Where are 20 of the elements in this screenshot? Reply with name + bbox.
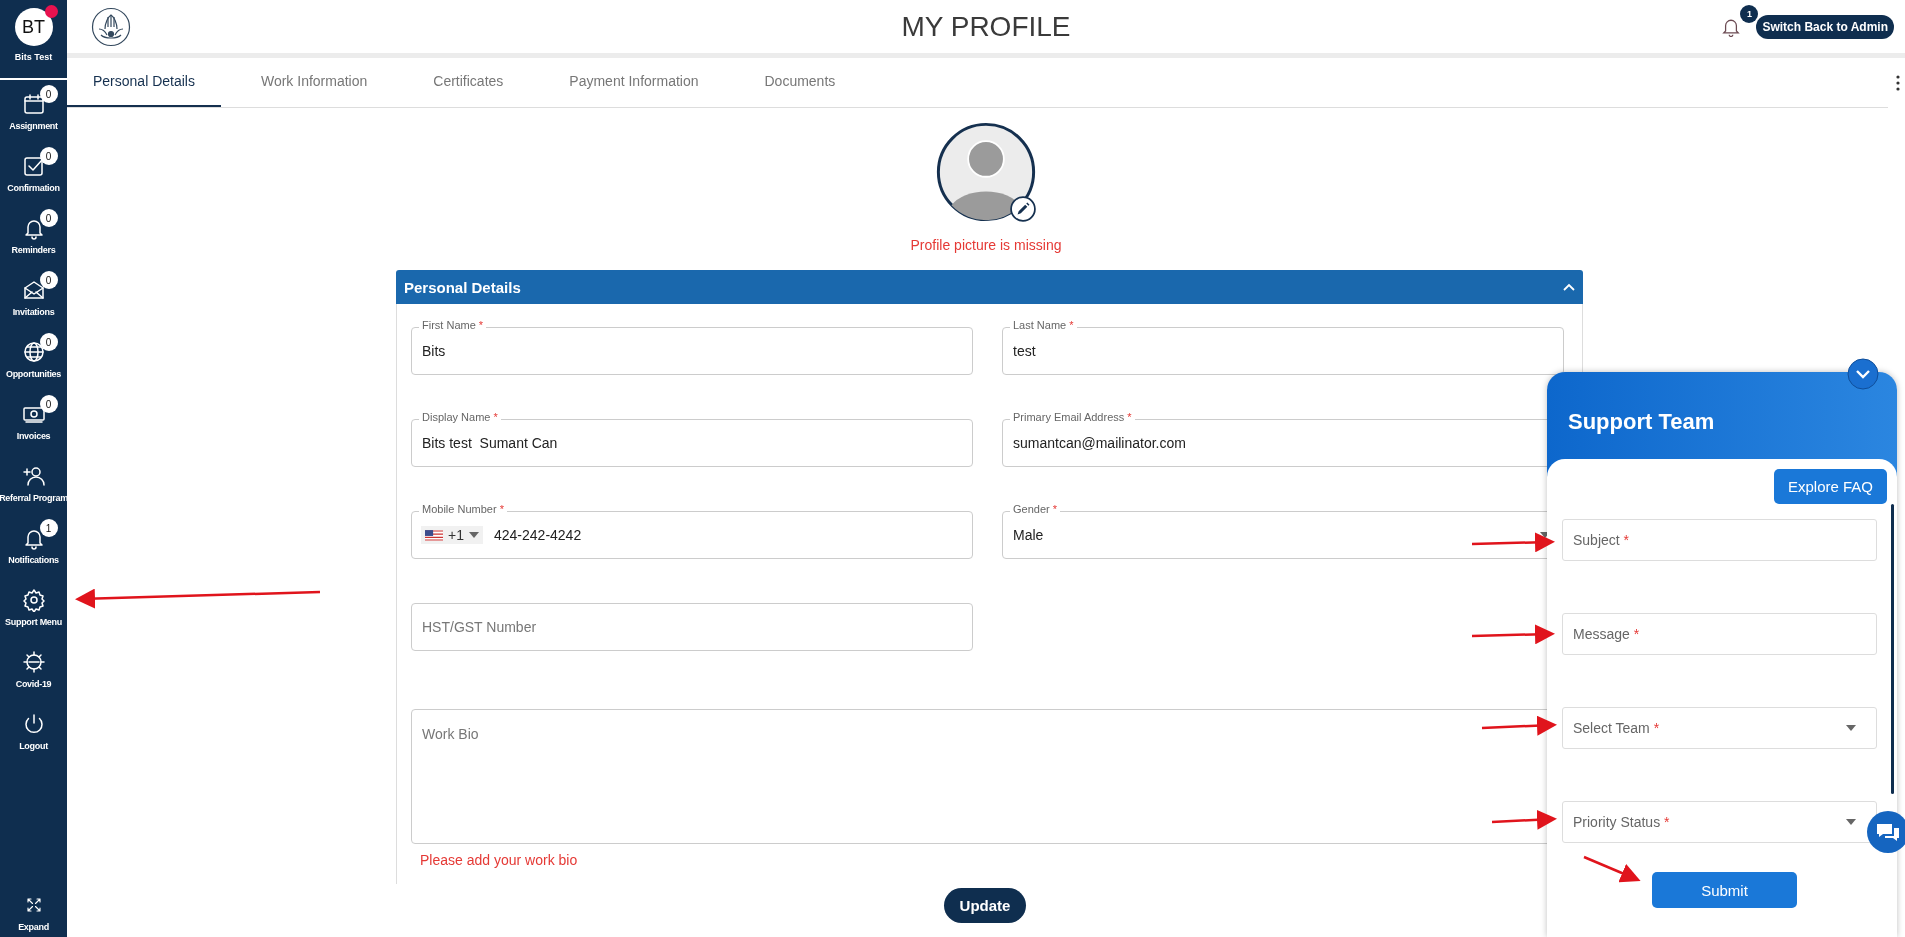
page-title: MY PROFILE: [901, 10, 1071, 43]
field-label: Primary Email Address *: [1010, 411, 1135, 423]
field-label: Mobile Number *: [419, 503, 507, 515]
error-message: Profile picture is missing: [910, 237, 1062, 253]
section-title: Personal Details: [404, 278, 521, 296]
count-badge: 0: [39, 85, 58, 103]
support-title: Support Team: [1568, 408, 1715, 435]
count-badge: 0: [39, 147, 58, 165]
user-name: Bits Test: [14, 52, 53, 62]
field-label: Display Name *: [419, 411, 501, 423]
error-message: Please add your work bio: [420, 852, 579, 868]
count-badge: 0: [39, 209, 58, 227]
count-badge: 0: [39, 333, 58, 351]
field-label: Last Name *: [1010, 319, 1077, 331]
notification-badge: 1: [1740, 4, 1759, 23]
count-badge: 0: [39, 271, 58, 289]
field-label: Gender *: [1010, 503, 1061, 515]
count-badge: 0: [39, 395, 58, 413]
field-label: First Name *: [419, 319, 487, 331]
count-badge: 1: [39, 519, 58, 537]
